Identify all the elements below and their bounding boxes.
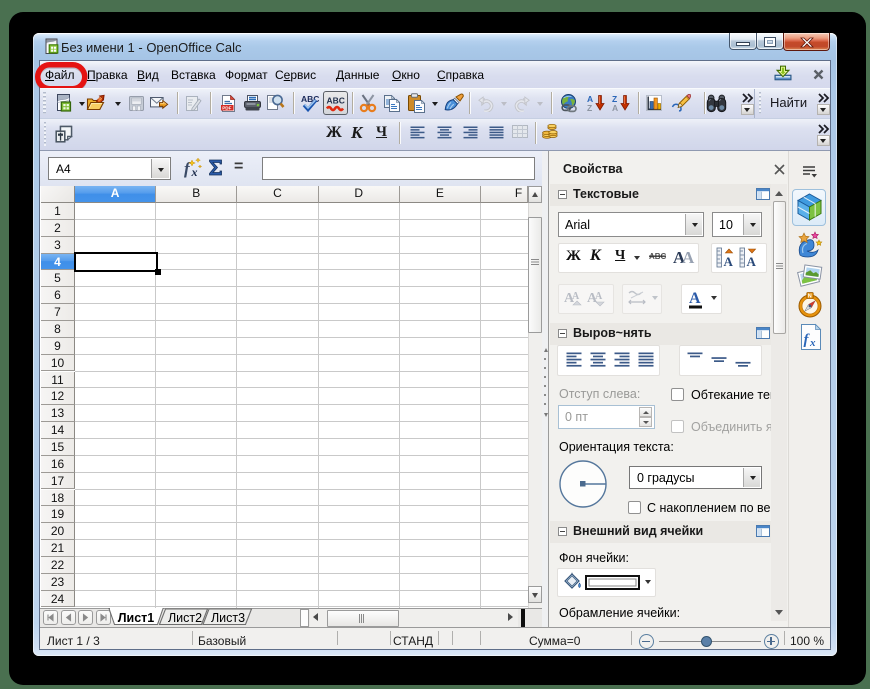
svg-text:A: A bbox=[747, 254, 757, 268]
svg-text:A: A bbox=[612, 103, 618, 113]
svg-text:A: A bbox=[724, 254, 734, 268]
svg-text:ABC: ABC bbox=[301, 94, 319, 104]
svg-text:A: A bbox=[682, 248, 695, 267]
svg-text:A: A bbox=[689, 290, 701, 307]
svg-text:A: A bbox=[595, 291, 603, 302]
svg-text:x: x bbox=[191, 165, 198, 179]
svg-text:A: A bbox=[572, 291, 580, 302]
svg-text:Z: Z bbox=[587, 103, 592, 113]
svg-text:N: N bbox=[808, 294, 812, 300]
svg-text:ABC: ABC bbox=[327, 96, 345, 106]
svg-text:PDF: PDF bbox=[222, 106, 231, 111]
svg-text:x: x bbox=[809, 337, 816, 349]
